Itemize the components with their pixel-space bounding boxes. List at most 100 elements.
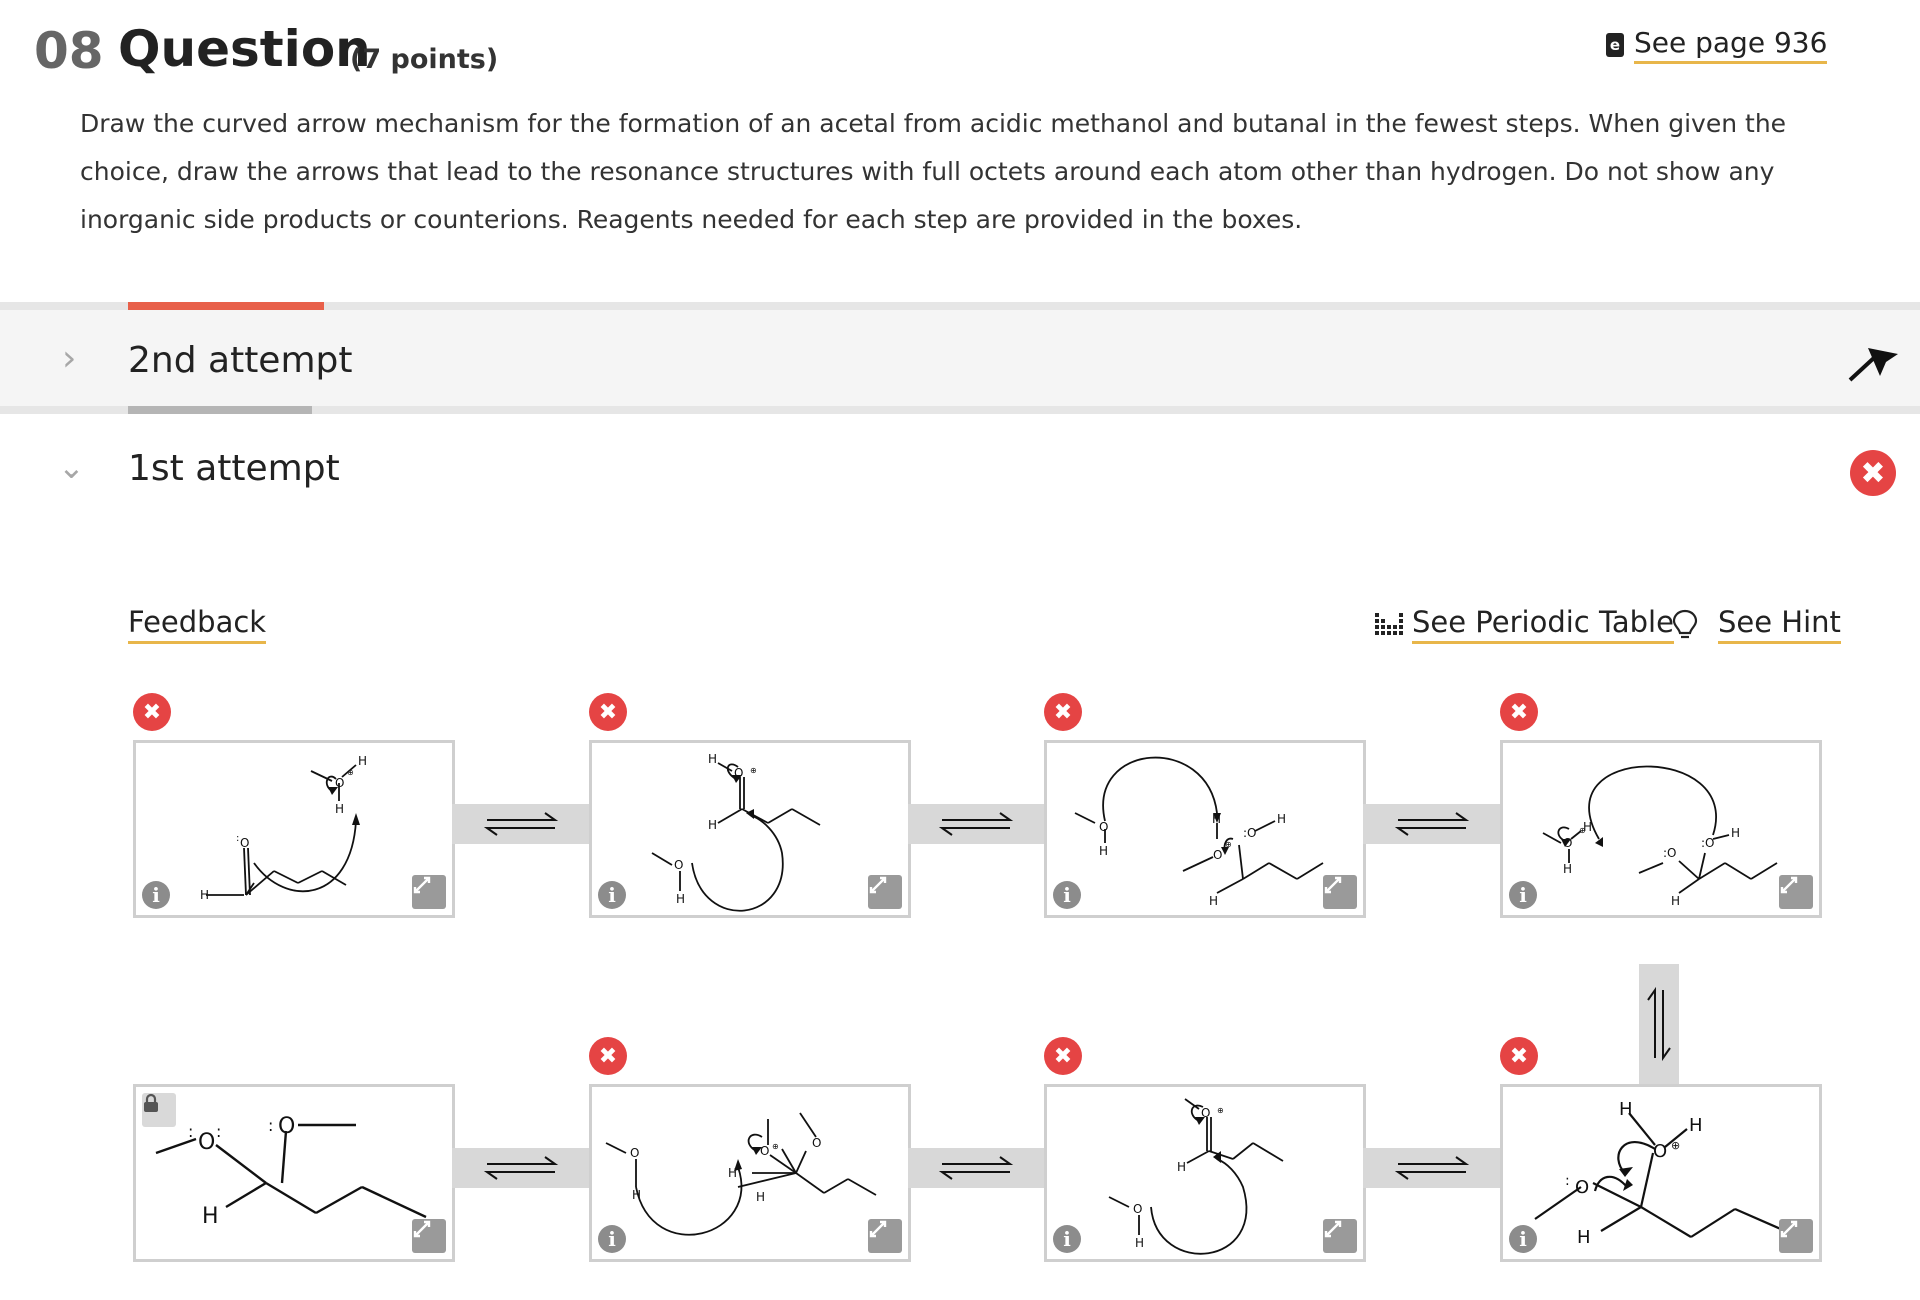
svg-text:⊕: ⊕ xyxy=(347,768,354,777)
feedback-link[interactable]: Feedback xyxy=(128,605,267,644)
svg-text:H: H xyxy=(1099,844,1108,858)
attempt-2-header[interactable]: › 2nd attempt xyxy=(0,302,1920,414)
svg-text:H: H xyxy=(1577,1227,1591,1248)
svg-text:O: O xyxy=(1133,1202,1142,1216)
svg-text:H: H xyxy=(1689,1115,1703,1136)
info-icon[interactable]: i xyxy=(598,1225,626,1253)
svg-text::: : xyxy=(216,1122,221,1141)
info-icon[interactable]: i xyxy=(598,881,626,909)
expand-icon[interactable] xyxy=(412,875,446,909)
equilibrium-arrow xyxy=(1363,804,1500,844)
mechanism-step-2-canvas[interactable]: H O ⊕ H O H i xyxy=(589,740,911,918)
svg-text:O: O xyxy=(1213,848,1222,862)
step-3-incorrect-icon: ✖ xyxy=(1044,693,1082,731)
svg-text:H: H xyxy=(1177,1160,1186,1174)
svg-text:O: O xyxy=(812,1136,821,1150)
svg-text:H: H xyxy=(1212,812,1221,826)
attempt-1-label[interactable]: 1st attempt xyxy=(128,448,340,489)
periodic-table-icon xyxy=(1375,612,1403,635)
active-tab-indicator xyxy=(128,302,324,310)
svg-text:O: O xyxy=(1099,820,1108,834)
equilibrium-arrow-vertical xyxy=(1639,964,1679,1084)
svg-text:O: O xyxy=(1653,1141,1667,1162)
question-number: 08 xyxy=(34,22,104,80)
svg-text::O: :O xyxy=(1701,836,1715,850)
e-book-icon: e xyxy=(1606,33,1624,57)
expand-icon[interactable] xyxy=(868,875,902,909)
see-hint-link[interactable]: See Hint xyxy=(1672,605,1841,644)
svg-text:⊕: ⊕ xyxy=(1225,840,1232,849)
info-icon[interactable]: i xyxy=(1053,881,1081,909)
svg-text:H: H xyxy=(728,1166,737,1180)
svg-text::: : xyxy=(236,833,239,844)
svg-text::: : xyxy=(1565,1173,1570,1189)
acetal-product-canvas[interactable]: OOH :: : xyxy=(133,1084,455,1262)
svg-text:⊕: ⊕ xyxy=(1671,1139,1680,1152)
expand-icon[interactable] xyxy=(1779,875,1813,909)
mechanism-step-4-canvas[interactable]: O ⊕ H H :O:O H H i xyxy=(1500,740,1822,918)
svg-text:O: O xyxy=(734,766,743,780)
structure-drawing: H O ⊕ H O H xyxy=(651,752,821,912)
svg-text:O: O xyxy=(1201,1106,1210,1120)
equilibrium-arrow xyxy=(452,1148,589,1188)
expand-icon[interactable] xyxy=(412,1219,446,1253)
step-6-incorrect-icon: ✖ xyxy=(589,1037,627,1075)
expand-icon[interactable] xyxy=(1779,1219,1813,1253)
svg-text:H: H xyxy=(202,1204,219,1229)
mechanism-step-6-canvas[interactable]: OH H O ⊕ OH i xyxy=(589,1084,911,1262)
mechanism-step-7-canvas[interactable]: O ⊕ H O H i xyxy=(1044,1084,1366,1262)
svg-text:O: O xyxy=(760,1144,769,1158)
svg-text:O: O xyxy=(674,858,683,872)
structure-drawing: OOH :: : xyxy=(155,1114,427,1229)
structure-drawing: OH OHH ⊕: xyxy=(200,754,367,902)
svg-text:⊕: ⊕ xyxy=(772,1142,779,1151)
chevron-down-icon[interactable]: ⌄ xyxy=(58,448,85,486)
equilibrium-arrow xyxy=(908,804,1044,844)
step-5-incorrect-icon: ✖ xyxy=(1500,1037,1538,1075)
mechanism-step-1-canvas[interactable]: OH OHH ⊕: i xyxy=(133,740,455,918)
svg-text:O: O xyxy=(278,1114,295,1139)
svg-text:H: H xyxy=(1135,1236,1144,1250)
question-title: Question xyxy=(118,20,371,78)
structure-drawing: OH HO ⊕ :OH H xyxy=(1074,756,1324,908)
svg-text::: : xyxy=(188,1122,193,1141)
periodic-table-label: See Periodic Table xyxy=(1412,605,1674,644)
hint-label: See Hint xyxy=(1718,605,1841,644)
info-icon[interactable]: i xyxy=(142,881,170,909)
svg-text::: : xyxy=(268,1116,273,1135)
structure-drawing: O ⊕ H O H xyxy=(1108,1098,1284,1255)
equilibrium-arrow xyxy=(908,1148,1044,1188)
expand-icon[interactable] xyxy=(868,1219,902,1253)
expand-icon[interactable] xyxy=(1323,1219,1357,1253)
svg-text:O: O xyxy=(198,1130,215,1155)
svg-text:H: H xyxy=(1209,894,1218,908)
svg-text:H: H xyxy=(756,1190,765,1204)
question-points: (7 points) xyxy=(350,44,499,75)
info-icon[interactable]: i xyxy=(1509,1225,1537,1253)
svg-text:O: O xyxy=(630,1146,639,1160)
expand-icon[interactable] xyxy=(1323,875,1357,909)
svg-text::O: :O xyxy=(1243,826,1257,840)
step-1-incorrect-icon: ✖ xyxy=(133,693,171,731)
info-icon[interactable]: i xyxy=(1053,1225,1081,1253)
mechanism-step-5-canvas[interactable]: H O ⊕ HOH : i xyxy=(1500,1084,1822,1262)
step-7-incorrect-icon: ✖ xyxy=(1044,1037,1082,1075)
svg-text:O: O xyxy=(1563,836,1572,850)
svg-text:O: O xyxy=(240,836,249,850)
svg-text:H: H xyxy=(358,754,367,768)
svg-text:H: H xyxy=(632,1188,641,1202)
lightbulb-icon xyxy=(1672,609,1698,638)
svg-text:H: H xyxy=(1277,812,1286,826)
attempt-1-tab-indicator xyxy=(128,406,312,414)
mechanism-step-3-canvas[interactable]: OH HO ⊕ :O H H i xyxy=(1044,740,1366,918)
equilibrium-arrow xyxy=(452,804,589,844)
svg-text:H: H xyxy=(200,888,209,902)
equilibrium-arrow xyxy=(1363,1148,1500,1188)
flag-icon[interactable] xyxy=(1846,340,1902,384)
info-icon[interactable]: i xyxy=(1509,881,1537,909)
see-periodic-table-link[interactable]: See Periodic Table xyxy=(1374,605,1674,644)
see-page-link[interactable]: e See page 936 xyxy=(1606,26,1828,64)
svg-text:H: H xyxy=(1583,820,1592,834)
svg-text:H: H xyxy=(1619,1099,1633,1120)
question-prompt: Draw the curved arrow mechanism for the … xyxy=(80,109,1787,234)
